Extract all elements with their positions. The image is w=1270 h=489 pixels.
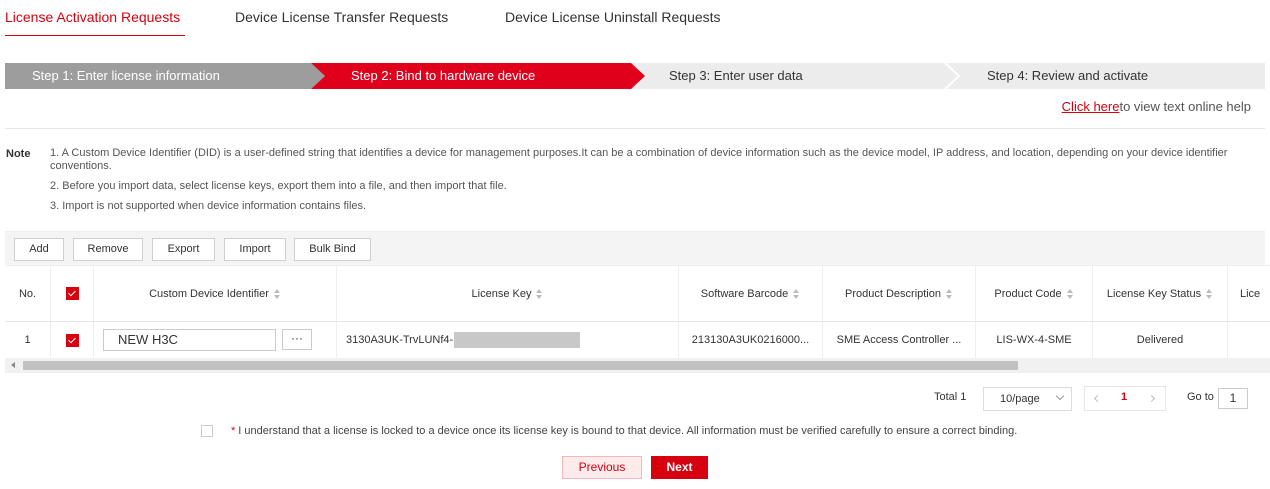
help-text: to view text online help	[1119, 99, 1251, 114]
header-license-key[interactable]: License Key	[337, 266, 679, 321]
sort-icon[interactable]	[1066, 288, 1074, 299]
header-product-description[interactable]: Product Description	[823, 266, 976, 321]
sort-icon[interactable]	[536, 288, 543, 299]
previous-button[interactable]: Previous	[562, 456, 642, 479]
masked-region	[454, 332, 581, 348]
note-item: 2. Before you import data, select licens…	[50, 180, 507, 192]
note-list: 1. A Custom Device Identifier (DID) is a…	[50, 147, 1260, 220]
cell-select	[51, 322, 94, 358]
cell-software-barcode: 213130A3UK0216000...	[679, 322, 823, 358]
next-button[interactable]: Next	[651, 456, 708, 479]
goto-page-input[interactable]: 1	[1218, 388, 1248, 409]
select-all-checkbox[interactable]	[65, 287, 79, 300]
row-checkbox[interactable]	[65, 333, 79, 347]
header-did-label: Custom Device Identifier	[149, 287, 269, 300]
chevron-left-icon[interactable]	[1093, 394, 1102, 403]
step-1-label: Step 1: Enter license information	[32, 68, 220, 83]
horizontal-scrollbar[interactable]	[5, 358, 1270, 373]
required-star: *	[231, 425, 236, 437]
step-1: Step 1: Enter license information	[5, 63, 327, 89]
goto-label: Go to	[1187, 391, 1214, 403]
sort-icon[interactable]	[273, 288, 281, 299]
header-select	[51, 266, 94, 321]
header-description-label: Product Description	[845, 287, 941, 300]
total-count: Total 1	[934, 391, 967, 403]
note-label: Note	[6, 148, 31, 160]
note-item: 3. Import is not supported when device i…	[50, 200, 367, 212]
note-item: 1. A Custom Device Identifier (DID) is a…	[50, 147, 1228, 172]
more-options-button[interactable]: ···	[282, 329, 312, 350]
sort-icon[interactable]	[793, 288, 800, 299]
tab-device-license-transfer[interactable]: Device License Transfer Requests	[235, 0, 448, 36]
header-product-code[interactable]: Product Code	[976, 266, 1093, 321]
remove-button[interactable]: Remove	[73, 238, 143, 261]
tab-device-license-uninstall[interactable]: Device License Uninstall Requests	[505, 0, 721, 36]
divider	[5, 128, 1265, 129]
step-4: Step 4: Review and activate	[987, 63, 1148, 89]
header-license-key-status[interactable]: License Key Status	[1093, 266, 1228, 321]
agreement-label: I understand that a license is locked to…	[238, 425, 1018, 437]
license-table: No. Custom Device Identifier License Key…	[5, 265, 1270, 358]
step-3: Step 3: Enter user data	[669, 63, 803, 89]
step-2-label: Step 2: Bind to hardware device	[351, 68, 536, 83]
step-3-label: Step 3: Enter user data	[669, 68, 803, 83]
header-code-label: Product Code	[994, 287, 1062, 300]
header-no: No.	[5, 266, 51, 321]
request-tabs: License Activation Requests Device Licen…	[0, 0, 1270, 36]
row-number: 1	[24, 334, 31, 346]
cell-no: 1	[5, 322, 51, 358]
code-text: LIS-WX-4-SME	[996, 334, 1072, 346]
header-did[interactable]: Custom Device Identifier	[94, 266, 337, 321]
cell-license-key-status: Delivered	[1093, 322, 1228, 358]
description-text: SME Access Controller ...	[836, 334, 962, 346]
table-toolbar: Add Remove Export Import Bulk Bind	[5, 231, 1265, 265]
header-barcode-label: Software Barcode	[700, 287, 789, 300]
page-size-value: 10/page	[1000, 393, 1040, 405]
status-text: Delivered	[1136, 334, 1184, 346]
bulk-bind-button[interactable]: Bulk Bind	[294, 238, 371, 261]
agreement-text: * I understand that a license is locked t…	[231, 425, 1017, 437]
table-header-row: No. Custom Device Identifier License Key…	[5, 266, 1270, 322]
device-identifier-input[interactable]: NEW H3C	[103, 329, 276, 351]
license-key-text: 3130A3UK-TrvLUNf4-	[346, 334, 454, 346]
chevron-down-icon	[1055, 391, 1065, 401]
header-truncated: Lice	[1228, 266, 1270, 321]
agreement-checkbox[interactable]	[201, 425, 213, 437]
add-button[interactable]: Add	[14, 238, 64, 261]
step-2: Step 2: Bind to hardware device	[311, 63, 647, 89]
cell-truncated	[1228, 322, 1270, 358]
header-software-barcode[interactable]: Software Barcode	[679, 266, 823, 321]
sort-icon[interactable]	[1206, 288, 1213, 299]
header-status-label: License Key Status	[1106, 287, 1202, 300]
import-button[interactable]: Import	[224, 238, 286, 261]
page-number-current[interactable]: 1	[1121, 391, 1127, 403]
pager: 1	[1084, 386, 1166, 411]
step-4-label: Step 4: Review and activate	[987, 68, 1149, 83]
page-size-select[interactable]: 10/page	[983, 387, 1072, 411]
header-truncated-label: Lice	[1240, 287, 1261, 300]
cell-license-key: 3130A3UK-TrvLUNf4-	[337, 322, 679, 358]
tab-license-activation[interactable]: License Activation Requests	[5, 0, 185, 36]
chevron-right-icon[interactable]	[1147, 394, 1156, 403]
barcode-text: 213130A3UK0216000...	[691, 334, 810, 346]
export-button[interactable]: Export	[152, 238, 215, 261]
header-no-label: No.	[18, 287, 37, 300]
step-separator	[944, 63, 961, 89]
sort-icon[interactable]	[946, 288, 953, 299]
scroll-left-icon[interactable]	[11, 362, 15, 368]
online-help: Click hereto view text online help	[1062, 99, 1251, 114]
table-row: 1 NEW H3C ··· 3130A3UK-TrvLUNf4- 213130A…	[5, 322, 1270, 358]
cell-product-code: LIS-WX-4-SME	[976, 322, 1093, 358]
scrollbar-thumb[interactable]	[23, 361, 1018, 370]
help-link[interactable]: Click here	[1062, 99, 1120, 114]
wizard-steps: Step 1: Enter license information Step 2…	[5, 63, 1265, 89]
header-license-key-label: License Key	[471, 287, 532, 300]
cell-product-description: SME Access Controller ...	[823, 322, 976, 358]
